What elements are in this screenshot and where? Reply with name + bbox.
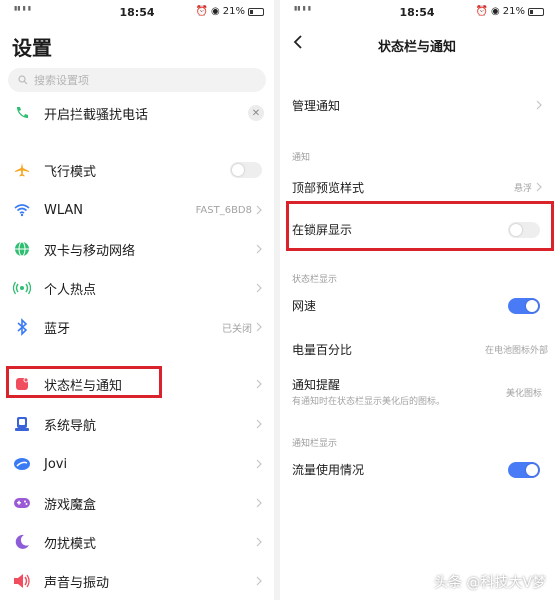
- top-preview-value: 悬浮: [513, 184, 532, 194]
- notification-hint-description: 有通知时在状态栏显示美化后的图标。: [292, 397, 446, 407]
- list-item-top-preview-style[interactable]: 顶部预览样式 悬浮: [280, 172, 554, 202]
- search-icon: [18, 75, 28, 85]
- gamepad-icon: [12, 493, 32, 513]
- list-item-sound-vibration[interactable]: 声音与振动: [0, 566, 274, 596]
- network-speed-toggle[interactable]: [508, 298, 540, 314]
- chevron-right-icon: [536, 100, 542, 110]
- close-icon[interactable]: ✕: [248, 105, 264, 121]
- moon-icon: [12, 532, 32, 552]
- status-icons: ⏰ ◉ 21%: [196, 6, 264, 17]
- chevron-right-icon: [256, 322, 262, 332]
- status-bar: ▮▮ ▮ ▮ 18:54 ⏰ ◉ 21%: [0, 6, 274, 20]
- section-header-drawer: 通知栏显示: [292, 439, 338, 449]
- chevron-right-icon: [256, 537, 262, 547]
- chevron-right-icon: [256, 283, 262, 293]
- list-item-system-navigation[interactable]: 系统导航: [0, 409, 274, 439]
- list-item-hotspot[interactable]: 个人热点: [0, 273, 274, 303]
- list-item-dual-sim[interactable]: 双卡与移动网络: [0, 234, 274, 264]
- globe-icon: [12, 239, 32, 259]
- list-item-wlan[interactable]: WLAN FAST_6BD8: [0, 195, 274, 225]
- hotspot-icon: [12, 278, 32, 298]
- bluetooth-icon: [12, 317, 32, 337]
- wifi-status-icon: ◉: [211, 6, 220, 17]
- battery-icon: [528, 7, 544, 16]
- status-icons: ⏰ ◉ 21%: [476, 6, 544, 17]
- list-item-do-not-disturb[interactable]: 勿扰模式: [0, 527, 274, 557]
- chevron-right-icon: [256, 459, 262, 469]
- section-header-notification: 通知: [292, 153, 311, 163]
- wifi-icon: [12, 200, 32, 220]
- wlan-ssid: FAST_6BD8: [195, 204, 252, 216]
- statusbar-notification-screen: ▮▮ ▮ ▮ 18:54 ⏰ ◉ 21% 状态栏与通知 管理通知 通知 顶部预览…: [280, 0, 554, 600]
- list-item-game-box[interactable]: 游戏魔盒: [0, 488, 274, 518]
- battery-percent: 21%: [222, 6, 245, 17]
- search-placeholder: 搜索设置项: [34, 74, 89, 87]
- phone-icon: [12, 103, 32, 123]
- chevron-right-icon: [536, 182, 542, 192]
- notification-hint-value: 美化图标: [505, 389, 542, 399]
- battery-percent: 21%: [502, 6, 525, 17]
- list-item-notification-hint[interactable]: 通知提醒 有通知时在状态栏显示美化后的图标。 美化图标: [280, 372, 554, 412]
- airplane-icon: [12, 160, 32, 180]
- chevron-right-icon: [256, 244, 262, 254]
- settings-screen: ▮▮ ▮ ▮ 18:54 ⏰ ◉ 21% 设置 搜索设置项 开启拦截骚扰电话 ✕…: [0, 0, 274, 600]
- list-item-battery-percentage[interactable]: 电量百分比 在电池图标外部: [280, 334, 554, 364]
- chevron-right-icon: [256, 379, 262, 389]
- data-usage-toggle[interactable]: [508, 462, 540, 478]
- list-item-bluetooth[interactable]: 蓝牙 已关闭: [0, 312, 274, 342]
- highlight-box: [6, 366, 162, 398]
- battery-percent-value: 在电池图标外部: [484, 346, 548, 356]
- list-item-data-usage[interactable]: 流量使用情况: [280, 454, 554, 484]
- alarm-icon: ⏰: [475, 6, 489, 17]
- alarm-icon: ⏰: [195, 6, 209, 17]
- list-item-intercept-calls[interactable]: 开启拦截骚扰电话 ✕: [0, 98, 274, 128]
- page-title: 设置: [12, 36, 52, 60]
- status-bar: ▮▮ ▮ ▮ 18:54 ⏰ ◉ 21%: [280, 6, 554, 20]
- speaker-icon: [12, 571, 32, 591]
- list-item-manage-notifications[interactable]: 管理通知: [280, 90, 554, 120]
- watermark: 头条 @科技大V梦: [433, 575, 546, 591]
- bluetooth-status: 已关闭: [222, 323, 252, 335]
- search-input[interactable]: 搜索设置项: [8, 68, 266, 92]
- chevron-right-icon: [256, 576, 262, 586]
- list-item-network-speed[interactable]: 网速: [280, 290, 554, 320]
- page-title: 状态栏与通知: [377, 40, 456, 55]
- chevron-right-icon: [256, 205, 262, 215]
- chevron-right-icon: [256, 419, 262, 429]
- chevron-right-icon: [256, 498, 262, 508]
- highlight-box: [286, 201, 554, 251]
- list-item-airplane-mode[interactable]: 飞行模式: [0, 155, 274, 185]
- list-item-jovi[interactable]: Jovi: [0, 449, 274, 479]
- jovi-icon: [12, 454, 32, 474]
- wifi-status-icon: ◉: [491, 6, 500, 17]
- section-header-statusbar: 状态栏显示: [292, 275, 338, 285]
- navigation-icon: [12, 414, 32, 434]
- airplane-mode-toggle[interactable]: [230, 162, 262, 178]
- battery-icon: [248, 7, 264, 16]
